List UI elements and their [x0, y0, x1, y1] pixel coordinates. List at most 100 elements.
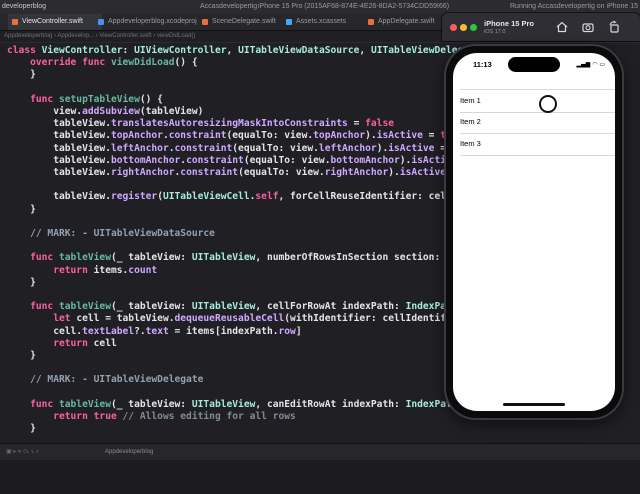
code-line[interactable]: }	[7, 69, 36, 81]
code-token: setupTableView	[58, 93, 140, 105]
code-line[interactable]: // MARK: - UITableViewDelegate	[7, 374, 203, 386]
tab-label: SceneDelegate.swift	[212, 18, 276, 25]
code-line[interactable]: tableView.rightAnchor.constraint(equalTo…	[7, 167, 486, 179]
code-line[interactable]: func setupTableView() {	[7, 94, 163, 106]
status-time: 11:13	[473, 60, 492, 69]
code-token: () {	[139, 93, 163, 105]
debug-area[interactable]	[0, 460, 640, 494]
code-token: ]	[295, 325, 302, 337]
code-token: tableView.	[7, 191, 111, 203]
code-line[interactable]: view.addSubview(tableView)	[7, 106, 203, 118]
code-line[interactable]: }	[7, 204, 36, 216]
tab-scenedelegate[interactable]: SceneDelegate.swift	[198, 14, 292, 30]
code-token: tableView.	[7, 154, 111, 166]
code-line[interactable]: return items.count	[7, 265, 157, 277]
code-token: tableView.	[7, 167, 111, 178]
code-line[interactable]: }	[7, 350, 36, 362]
run-status: Running Accasdevelopertig on iPhone 15 P…	[510, 3, 640, 10]
code-token: row	[278, 325, 296, 337]
code-token: items.	[93, 264, 129, 276]
code-token: func	[7, 93, 59, 105]
tab-xcodeproj[interactable]: Appdeveloperblog.xcodeproj	[94, 14, 204, 30]
code-token: register	[110, 191, 158, 203]
zoom-window-icon[interactable]	[470, 24, 477, 31]
code-token: =	[422, 130, 441, 142]
code-line[interactable]: }	[7, 423, 36, 435]
code-line[interactable]: tableView.bottomAnchor.constraint(equalT…	[7, 155, 498, 167]
tab-appdelegate[interactable]: AppDelegate.swift	[364, 14, 454, 30]
code-token: return	[7, 411, 94, 422]
scheme-status[interactable]: Accasdevelopertig	[200, 0, 257, 14]
code-line[interactable]: tableView.translatesAutoresizingMaskInto…	[7, 118, 394, 130]
code-token: constraint	[186, 154, 244, 166]
code-token: viewDidLoad	[110, 57, 175, 69]
tab-label: ViewController.swift	[22, 18, 83, 25]
assets-icon	[286, 19, 292, 25]
code-token: rightAnchor	[110, 167, 175, 178]
code-line[interactable]: tableView.topAnchor.constraint(equalTo: …	[7, 130, 463, 142]
touch-cursor-icon	[539, 95, 557, 113]
code-line[interactable]: return true // Allows editing for all ro…	[7, 411, 296, 423]
code-token: bottomAnchor	[110, 154, 181, 166]
table-row[interactable]: Item 1	[460, 89, 615, 113]
code-token: :	[122, 45, 135, 56]
code-token: ,	[226, 45, 239, 56]
code-token: isActive	[399, 167, 447, 178]
tab-viewcontroller[interactable]: ViewController.swift	[8, 14, 102, 30]
minimize-window-icon[interactable]	[460, 24, 467, 31]
debug-bar: ▣ ▸ ⏸ ⤼ ⤵ ⤴ Appdeveloperblog	[0, 443, 640, 460]
code-token: ).	[388, 167, 400, 178]
debug-controls-icon[interactable]: ▣ ▸ ⏸ ⤼ ⤵ ⤴	[6, 444, 39, 460]
home-icon[interactable]	[554, 19, 570, 35]
code-token: tableView	[58, 398, 111, 410]
code-line[interactable]: // MARK: - UITableViewDataSource	[7, 228, 215, 240]
code-line[interactable]: tableView.register(UITableViewCell.self,…	[7, 191, 515, 203]
table-row[interactable]: Item 2	[460, 111, 615, 134]
code-token: }	[7, 423, 36, 435]
code-token: topAnchor	[313, 130, 366, 142]
code-token: , cellForRowAt indexPath:	[255, 301, 406, 313]
rotate-icon[interactable]	[606, 19, 622, 35]
code-token: tableView.	[7, 118, 111, 130]
code-token: bottomAnchor	[330, 154, 400, 166]
table-row[interactable]: Item 3	[460, 133, 615, 156]
code-token: constraint	[168, 130, 227, 142]
code-token: constraint	[174, 142, 233, 154]
code-token: true	[93, 411, 117, 422]
code-token: isActive	[376, 130, 423, 142]
repo-name[interactable]: developerblog	[2, 0, 46, 14]
code-line[interactable]: override func viewDidLoad() {	[7, 57, 198, 69]
code-token: }	[7, 203, 36, 215]
code-line[interactable]: }	[7, 277, 36, 289]
tab-label: Assets.xcassets	[296, 18, 347, 25]
code-token: override func	[7, 57, 111, 69]
home-indicator	[503, 403, 565, 406]
code-token: rightAnchor	[324, 167, 389, 178]
code-token: class	[7, 45, 42, 56]
scheme-label[interactable]: Appdeveloperblog	[105, 444, 153, 460]
code-token: count	[128, 264, 158, 276]
code-token: }	[7, 276, 36, 288]
code-token: false	[365, 118, 395, 130]
code-token: ?.	[134, 325, 146, 337]
code-line[interactable]: tableView.leftAnchor.constraint(equalTo:…	[7, 143, 475, 155]
code-token: // MARK: - UITableViewDataSource	[7, 228, 215, 239]
code-line[interactable]: func tableView(_ tableView: UITableView,…	[7, 399, 521, 411]
code-token: addSubview	[82, 106, 140, 117]
code-line[interactable]: func tableView(_ tableView: UITableView,…	[7, 252, 521, 264]
code-line[interactable]: class ViewController: UIViewController, …	[7, 45, 492, 57]
close-window-icon[interactable]	[450, 24, 457, 31]
tab-assets[interactable]: Assets.xcassets	[282, 14, 372, 30]
code-line[interactable]: return cell	[7, 338, 117, 350]
code-token: UITableView	[191, 252, 256, 264]
code-token: (equalTo: view.	[238, 167, 325, 178]
iphone-simulator: 11:13 ▂▄▆ ◠ ▭ Item 1 Item 2 Item 3	[446, 46, 622, 418]
code-token: topAnchor	[110, 130, 163, 142]
code-line[interactable]: cell.textLabel?.text = items[indexPath.r…	[7, 325, 302, 338]
code-token: // MARK: - UITableViewDelegate	[7, 374, 204, 386]
code-token: cell = tableView.	[76, 313, 175, 325]
device-status[interactable]: iPhone 15 Pro (2015AF68-874E-4E26-8DA2-5…	[258, 0, 449, 14]
code-token: constraint	[180, 167, 239, 178]
screenshot-icon[interactable]	[580, 19, 596, 35]
device-screen[interactable]: 11:13 ▂▄▆ ◠ ▭ Item 1 Item 2 Item 3	[453, 53, 615, 411]
